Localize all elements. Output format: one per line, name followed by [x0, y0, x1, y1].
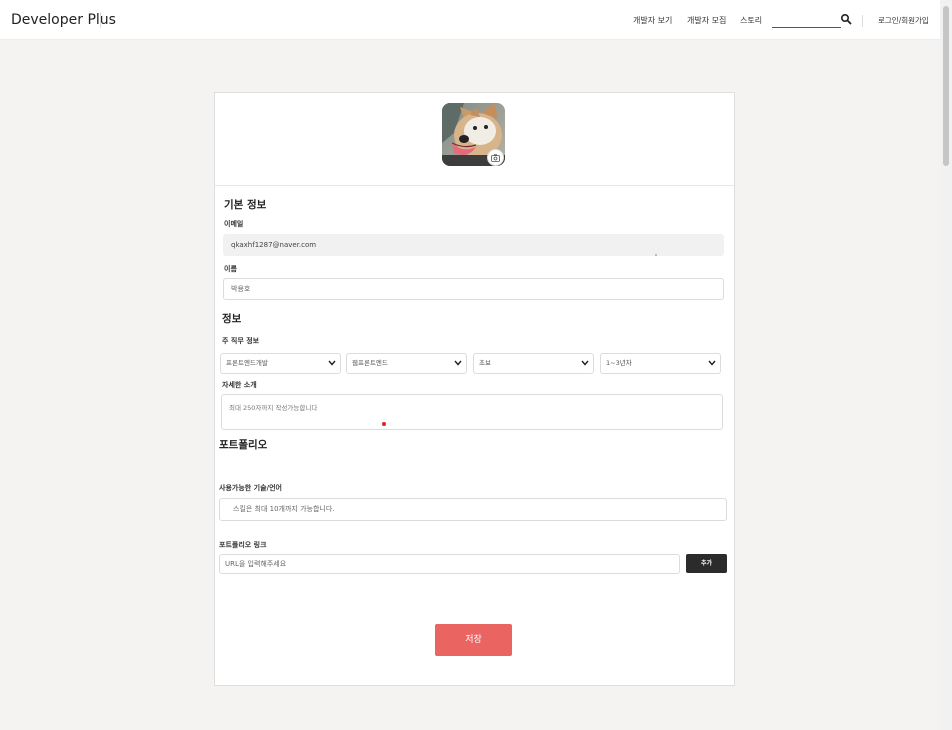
email-field: qkaxhf1287@naver.com: [223, 234, 724, 256]
avatar-divider: [215, 185, 734, 186]
nav-developers[interactable]: 개발자 보기: [633, 15, 672, 26]
intro-textarea[interactable]: 최대 250자까지 작성가능합니다: [221, 394, 723, 430]
email-label: 이메일: [224, 220, 244, 228]
portfolio-title: 포트폴리오: [219, 439, 268, 451]
job-detail-value: 웹프론트엔드: [352, 359, 388, 367]
portfolio-link-label: 포트폴리오 링크: [219, 541, 267, 549]
login-signup-link[interactable]: 로그인/회원가입: [878, 15, 929, 26]
search-input[interactable]: [772, 27, 841, 28]
name-field[interactable]: 박용호: [223, 278, 724, 300]
chevron-down-icon: [708, 360, 716, 366]
nav-story[interactable]: 스토리: [740, 15, 762, 26]
scrollbar-thumb[interactable]: [943, 6, 949, 166]
chevron-down-icon: [454, 360, 462, 366]
info-title: 정보: [222, 313, 242, 325]
intro-label: 자세한 소개: [222, 381, 257, 389]
add-link-button[interactable]: 추가: [686, 554, 727, 573]
career-years-select[interactable]: 1~3년차: [600, 353, 721, 374]
profile-edit-card: 기본 정보 이메일 qkaxhf1287@naver.com 이름 박용호 정보…: [214, 92, 735, 686]
skills-label: 사용가능한 기술/언어: [219, 484, 282, 492]
job-detail-select[interactable]: 웹프론트엔드: [346, 353, 467, 374]
job-category-select[interactable]: 프론트엔드개발: [220, 353, 341, 374]
name-label: 이름: [224, 265, 237, 273]
decorative-dot: [655, 254, 657, 256]
skill-level-select[interactable]: 초보: [473, 353, 594, 374]
nav-recruit[interactable]: 개발자 모집: [687, 15, 726, 26]
skills-input[interactable]: 스킬은 최대 10개까지 가능합니다.: [219, 498, 727, 521]
job-category-value: 프론트엔드개발: [226, 359, 268, 367]
cursor-dot: [382, 422, 386, 426]
portfolio-url-input[interactable]: URL을 입력해주세요: [219, 554, 680, 574]
job-info-label: 주 직무 정보: [222, 337, 260, 345]
top-nav-bar: Developer Plus 개발자 보기 개발자 모집 스토리 로그인/회원가…: [0, 0, 940, 40]
save-button[interactable]: 저장: [435, 624, 512, 656]
career-years-value: 1~3년차: [606, 359, 632, 367]
basic-info-title: 기본 정보: [224, 199, 267, 211]
camera-icon: [491, 153, 500, 162]
brand-divider: [100, 12, 101, 28]
search-icon[interactable]: [840, 13, 852, 25]
header-divider: [862, 15, 863, 27]
change-photo-button[interactable]: [487, 149, 504, 166]
skill-level-value: 초보: [479, 359, 491, 367]
chevron-down-icon: [581, 360, 589, 366]
chevron-down-icon: [328, 360, 336, 366]
